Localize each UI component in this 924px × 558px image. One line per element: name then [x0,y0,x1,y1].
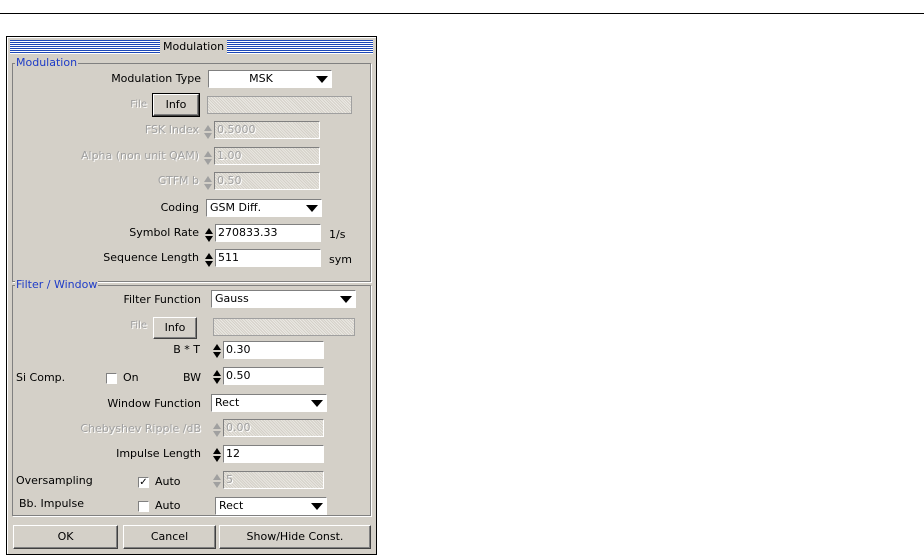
title-bar[interactable]: Modulation [10,40,373,54]
modulation-file-field [207,96,352,114]
coding-value: GSM Diff. [210,201,262,214]
fsk-index-label: FSK Index [144,123,199,136]
chebyshev-ripple-value: 0.00 [226,421,251,434]
oversampling-value: 5 [226,473,233,486]
fsk-index-field: 0.5000 [214,121,320,139]
sequence-length-value: 511 [218,251,239,264]
modulation-info-button[interactable]: Info [152,93,200,117]
filter-function-value: Gauss [215,292,249,305]
bt-spinner-icon[interactable] [213,343,221,359]
bt-input[interactable]: 0.30 [223,341,324,359]
alpha-spinner-icon [204,150,212,166]
filter-function-label: Filter Function [123,293,201,306]
oversampling-label: Oversampling [16,474,93,487]
impulse-length-label: Impulse Length [116,447,201,460]
symbol-rate-unit: 1/s [329,228,346,241]
oversampling-field: 5 [223,471,324,489]
chevron-down-icon[interactable] [306,205,318,212]
window-title: Modulation [160,40,228,54]
sequence-length-spinner-icon[interactable] [205,252,213,268]
oversampling-auto-label: Auto [155,475,181,488]
window-function-label: Window Function [107,397,201,410]
bb-impulse-auto-label: Auto [155,499,181,512]
modulation-group-label: Modulation [15,56,79,69]
show-hide-const-button[interactable]: Show/Hide Const. [219,525,371,549]
chebyshev-ripple-label: Chebyshev Ripple /dB [80,422,201,435]
filter-info-button[interactable]: Info [153,317,197,339]
gtfm-value: 0.50 [217,174,242,187]
window-function-value: Rect [215,396,240,409]
symbol-rate-input[interactable]: 270833.33 [215,224,321,242]
sequence-length-label: Sequence Length [103,251,199,264]
modulation-type-label: Modulation Type [111,72,201,85]
bw-input[interactable]: 0.50 [223,367,324,385]
symbol-rate-label: Symbol Rate [129,226,199,239]
check-icon: ✓ [139,477,148,488]
oversampling-auto-checkbox[interactable]: ✓ [138,477,149,488]
coding-label: Coding [160,201,199,214]
gtfm-field: 0.50 [214,172,320,190]
bb-impulse-auto-checkbox[interactable] [138,501,149,512]
chevron-down-icon[interactable] [311,503,323,510]
oversampling-spinner-icon [213,473,221,489]
chebyshev-spinner-icon [213,422,221,438]
modulation-file-label: File [130,99,147,110]
alpha-label: Alpha (non unit QAM) [80,149,199,162]
bb-impulse-value: Rect [219,499,244,512]
bw-label: BW [182,371,201,384]
symbol-rate-spinner-icon[interactable] [205,227,213,243]
fsk-index-value: 0.5000 [217,123,256,136]
alpha-field: 1.00 [214,147,320,165]
modulation-dialog: Modulation Modulation Modulation Type MS… [6,36,377,555]
chevron-down-icon[interactable] [340,296,352,303]
symbol-rate-value: 270833.33 [218,226,278,239]
filter-file-label: File [130,320,147,331]
bb-impulse-label: Bb. Impulse [19,497,84,510]
impulse-length-spinner-icon[interactable] [213,447,221,463]
window-function-dropdown[interactable]: Rect [211,394,327,412]
chevron-down-icon[interactable] [311,400,323,407]
si-comp-on-checkbox[interactable] [106,373,117,384]
si-comp-on-label: On [123,371,139,384]
top-divider-line [0,13,924,14]
filter-file-field [213,318,355,336]
chebyshev-ripple-field: 0.00 [223,419,324,437]
alpha-value: 1.00 [217,149,242,162]
sequence-length-unit: sym [329,253,352,266]
modulation-type-value: MSK [249,72,273,85]
ok-button[interactable]: OK [13,525,118,549]
filter-window-group-label: Filter / Window [15,278,99,291]
sequence-length-input[interactable]: 511 [215,249,321,267]
fsk-index-spinner-icon [204,124,212,140]
impulse-length-value: 12 [226,447,240,460]
si-comp-label: Si Comp. [16,371,66,384]
modulation-type-dropdown[interactable]: MSK [208,70,332,88]
chevron-down-icon[interactable] [316,76,328,83]
bt-label: B * T [173,343,200,356]
coding-dropdown[interactable]: GSM Diff. [206,199,322,217]
impulse-length-input[interactable]: 12 [223,445,324,463]
cancel-button[interactable]: Cancel [123,525,216,549]
filter-function-dropdown[interactable]: Gauss [211,290,356,308]
bt-value: 0.30 [226,343,251,356]
bw-spinner-icon[interactable] [213,369,221,385]
gtfm-label: GTFM b [157,174,199,187]
bw-value: 0.50 [226,369,251,382]
gtfm-spinner-icon [204,175,212,191]
bb-impulse-dropdown[interactable]: Rect [215,497,327,515]
